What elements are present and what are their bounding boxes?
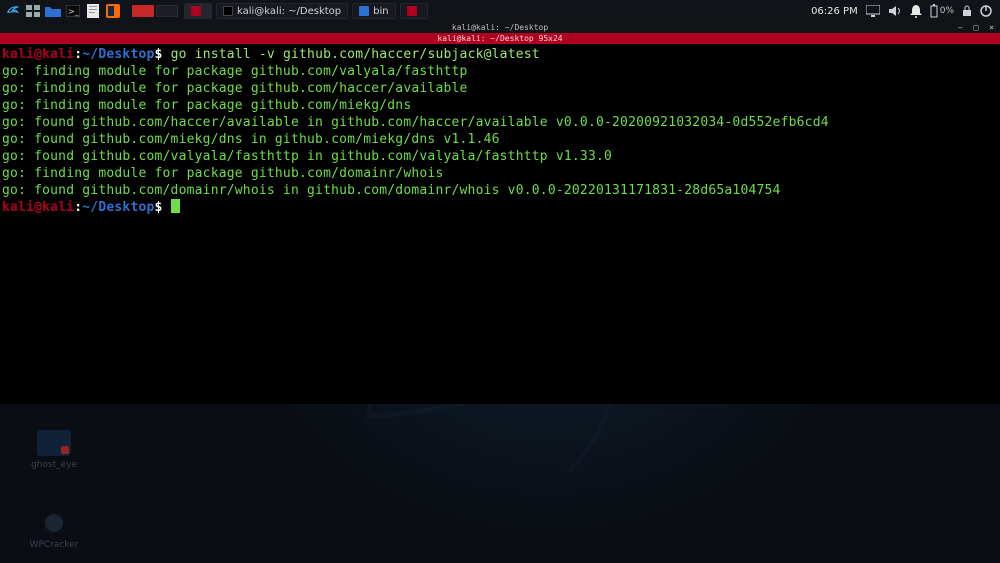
display-icon[interactable]: [866, 5, 880, 17]
task-red-icon: [407, 6, 417, 16]
workspace-1[interactable]: [132, 5, 154, 17]
window-controls[interactable]: ‒ □ ×: [958, 22, 997, 33]
panel-tray: 06:26 PM 0%: [811, 4, 996, 18]
terminal-launcher-icon[interactable]: >_: [64, 2, 82, 20]
svg-text:>_: >_: [68, 7, 80, 16]
terminal-cursor: [171, 199, 180, 213]
task-item-terminal[interactable]: kali@kali: ~/Desktop: [216, 3, 348, 19]
task-label: kali@kali: ~/Desktop: [237, 6, 341, 17]
workspace-2[interactable]: [156, 5, 178, 17]
window-list-icon[interactable]: [24, 2, 42, 20]
battery-indicator[interactable]: 0%: [930, 4, 954, 18]
notification-bell-icon[interactable]: [910, 4, 922, 18]
terminal-body[interactable]: kali@kali:~/Desktop$ go install -v githu…: [0, 44, 1000, 404]
lock-icon[interactable]: [962, 5, 972, 17]
battery-level: 0%: [940, 6, 954, 16]
tab-label: kali@kali: ~/Desktop 95x24: [437, 34, 562, 43]
task-item-1[interactable]: [184, 3, 212, 19]
task-red-icon: [191, 6, 201, 16]
workspace-switcher[interactable]: [132, 5, 178, 17]
desktop-icon-wpcracker[interactable]: WPCracker: [24, 510, 84, 550]
task-label: bin: [373, 6, 388, 17]
terminal-icon: [223, 6, 233, 16]
terminal-tab[interactable]: kali@kali: ~/Desktop 95x24: [0, 33, 1000, 44]
task-item-bin[interactable]: bin: [352, 3, 395, 19]
terminal-window: kali@kali: ~/Desktop ‒ □ × kali@kali: ~/…: [0, 22, 1000, 404]
power-icon[interactable]: [980, 5, 992, 17]
os-top-panel: >_ kali@kali: ~/Desktop bin 06:26 PM: [0, 0, 1000, 22]
taskbar: kali@kali: ~/Desktop bin: [184, 3, 428, 19]
desktop-icon-ghost-eye[interactable]: ghost_eye: [24, 430, 84, 470]
task-item-4[interactable]: [400, 3, 428, 19]
text-editor-icon[interactable]: [84, 2, 102, 20]
files-icon[interactable]: [44, 2, 62, 20]
kali-menu-icon[interactable]: [4, 2, 22, 20]
clock[interactable]: 06:26 PM: [811, 6, 858, 17]
terminal-titlebar[interactable]: kali@kali: ~/Desktop ‒ □ ×: [0, 22, 1000, 33]
volume-icon[interactable]: [888, 5, 902, 17]
window-title: kali@kali: ~/Desktop: [452, 23, 548, 32]
burp-icon[interactable]: [104, 2, 122, 20]
folder-icon: [359, 6, 369, 16]
